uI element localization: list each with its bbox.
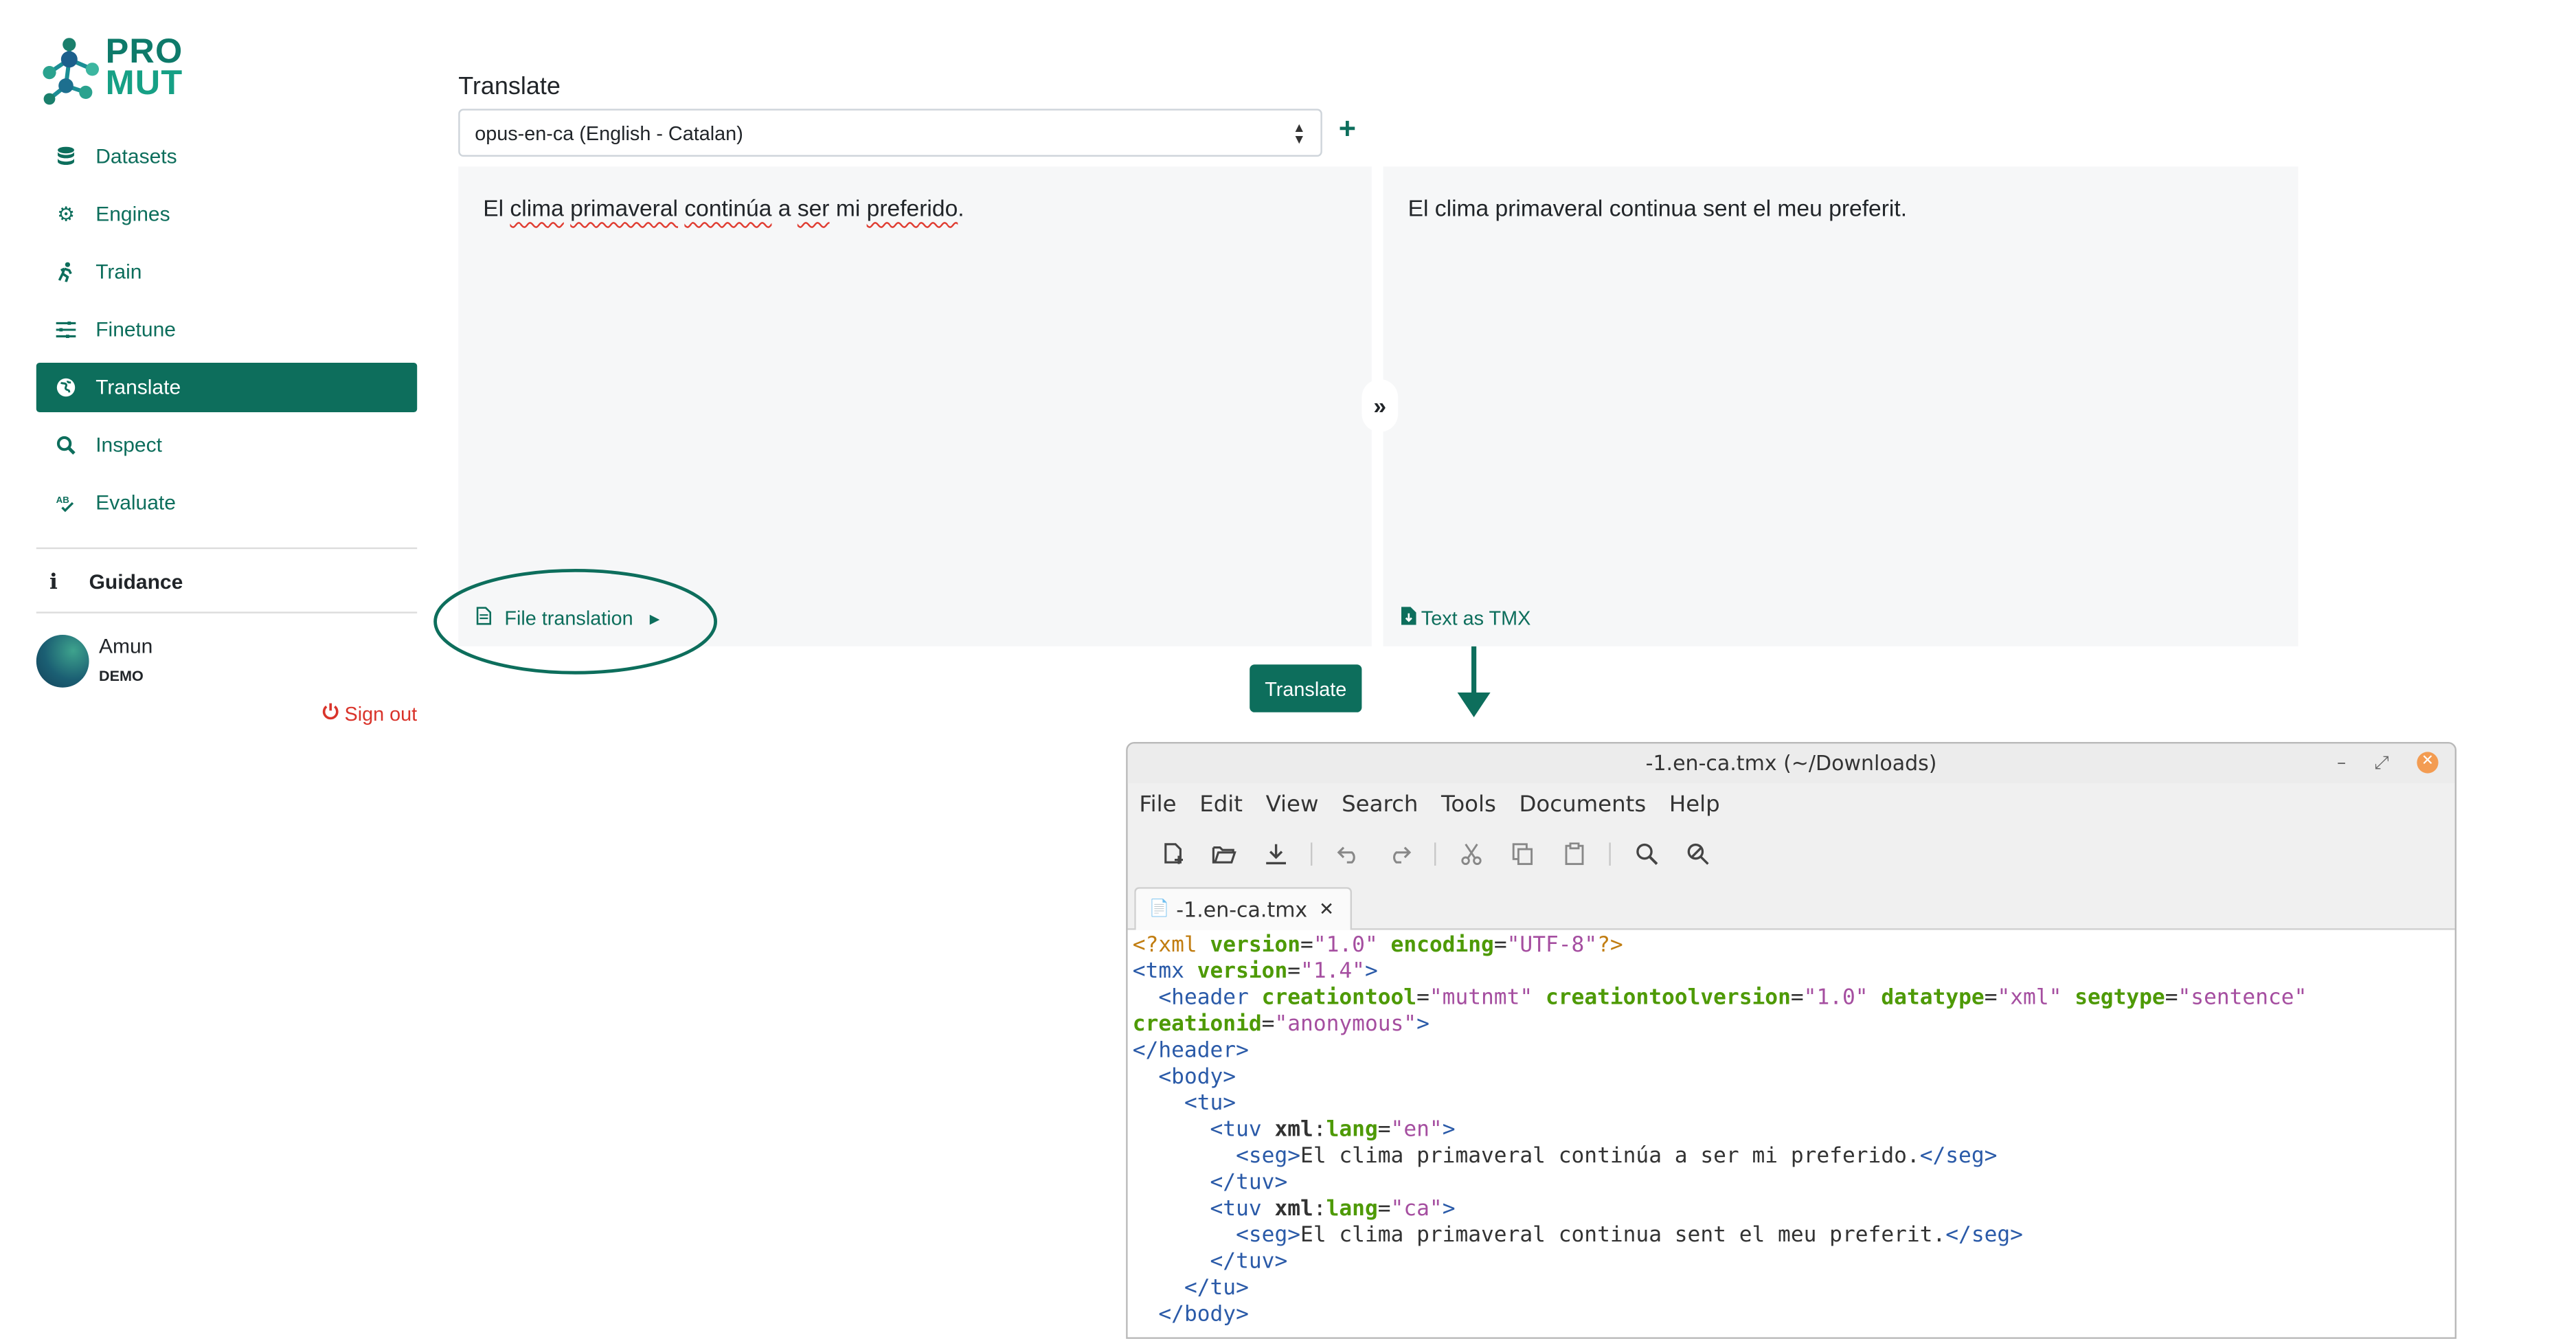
double-chevron-right-icon: » <box>1373 392 1387 419</box>
menu-search[interactable]: Search <box>1342 791 1418 818</box>
guidance-label: Guidance <box>89 570 183 594</box>
sidebar-divider <box>36 547 418 550</box>
file-icon <box>476 607 492 630</box>
sidebar-item-label: Evaluate <box>95 491 176 515</box>
down-arrow-annotation <box>1457 646 1491 717</box>
power-icon <box>321 702 339 725</box>
toolbar-separator <box>1609 842 1611 866</box>
save-icon[interactable] <box>1250 842 1300 866</box>
sidebar-divider <box>36 611 418 614</box>
engine-select[interactable]: opus-en-ca (English - Catalan) ▲ ▼ <box>458 109 1322 157</box>
open-folder-icon[interactable] <box>1199 844 1250 865</box>
sidebar-nav: Datasets ⚙ Engines Train Finetune Transl… <box>36 132 418 536</box>
sidebar-item-translate[interactable]: Translate <box>36 363 418 412</box>
text-editor-window: -1.en-ca.tmx (~/Downloads) – ⤢ ✕ File Ed… <box>1126 742 2457 1339</box>
sidebar-item-evaluate[interactable]: AB Evaluate <box>36 478 417 528</box>
swap-button[interactable]: » <box>1362 379 1399 432</box>
sign-out-link[interactable]: Sign out <box>321 702 417 725</box>
sliders-icon <box>56 320 76 340</box>
sidebar-item-label: Train <box>95 260 142 284</box>
sidebar-item-inspect[interactable]: Inspect <box>36 420 417 470</box>
sidebar-item-label: Engines <box>95 203 170 226</box>
menu-documents[interactable]: Documents <box>1519 791 1646 818</box>
spell-check-icon: AB <box>56 493 76 513</box>
code-editor[interactable]: <?xml version="1.0" encoding="UTF-8"?> <… <box>1127 930 2455 1338</box>
document-icon: 📄 <box>1149 900 1170 919</box>
redo-icon[interactable] <box>1373 844 1424 864</box>
tmx-link-label: Text as TMX <box>1421 607 1531 630</box>
user-name: Amun <box>99 635 153 658</box>
translate-button[interactable]: Translate <box>1250 664 1362 712</box>
guidance-link[interactable]: i Guidance <box>36 564 431 600</box>
database-icon <box>56 146 76 167</box>
toolbar-separator <box>1311 842 1313 866</box>
target-text: El clima primaveral continua sent el meu… <box>1408 194 1908 221</box>
user-role: DEMO <box>99 668 144 685</box>
sidebar-item-finetune[interactable]: Finetune <box>36 305 417 355</box>
cut-icon[interactable] <box>1446 842 1497 866</box>
document-tabs: 📄 -1.en-ca.tmx ✕ <box>1127 882 2455 930</box>
add-engine-button[interactable]: + <box>1339 112 1356 146</box>
undo-icon[interactable] <box>1322 844 1373 864</box>
menu-file[interactable]: File <box>1139 791 1176 818</box>
logo-text: PRO MUT <box>105 33 183 102</box>
copy-icon[interactable] <box>1497 842 1548 866</box>
menu-bar: File Edit View Search Tools Documents He… <box>1128 783 2455 826</box>
search-icon <box>56 436 76 455</box>
window-title: -1.en-ca.tmx (~/Downloads) <box>1645 750 1937 775</box>
text-as-tmx-link[interactable]: Text as TMX <box>1401 607 1530 630</box>
new-file-icon[interactable] <box>1147 842 1198 866</box>
menu-help[interactable]: Help <box>1669 791 1720 818</box>
menu-tools[interactable]: Tools <box>1441 791 1496 818</box>
logo-graph-icon <box>43 38 99 105</box>
globe-icon <box>56 378 76 398</box>
source-text: El clima primaveral continúa a ser mi pr… <box>483 194 964 221</box>
caret-right-icon: ▶ <box>649 611 660 626</box>
toolbar-separator <box>1434 842 1436 866</box>
gears-icon: ⚙ <box>57 203 75 226</box>
sign-out-label: Sign out <box>344 702 418 725</box>
minimize-icon[interactable]: – <box>2337 752 2346 773</box>
find-replace-icon[interactable] <box>1672 842 1723 866</box>
find-icon[interactable] <box>1620 842 1671 866</box>
sidebar-item-label: Inspect <box>95 434 162 457</box>
sidebar-item-label: Datasets <box>95 145 177 168</box>
sidebar-item-train[interactable]: Train <box>36 247 417 297</box>
avatar[interactable] <box>36 635 89 688</box>
logo-line-1: PRO <box>105 33 183 71</box>
tab-document[interactable]: 📄 -1.en-ca.tmx ✕ <box>1134 887 1353 930</box>
menu-view[interactable]: View <box>1266 791 1319 818</box>
svg-text:AB: AB <box>56 495 69 505</box>
sidebar-item-label: Translate <box>95 376 181 399</box>
select-caret-icon: ▲ ▼ <box>1292 120 1306 147</box>
sidebar-item-label: Finetune <box>95 318 176 341</box>
target-text-area[interactable]: El clima primaveral continua sent el meu… <box>1383 166 2298 646</box>
info-icon: i <box>49 570 58 595</box>
file-translation-label: File translation <box>504 607 633 630</box>
file-download-icon <box>1401 607 1416 630</box>
sidebar-item-engines[interactable]: ⚙ Engines <box>36 190 417 239</box>
window-titlebar[interactable]: -1.en-ca.tmx (~/Downloads) – ⤢ ✕ <box>1127 743 2455 783</box>
close-tab-icon[interactable]: ✕ <box>1319 899 1334 920</box>
sidebar-item-datasets[interactable]: Datasets <box>36 132 417 181</box>
maximize-icon[interactable]: ⤢ <box>2374 752 2388 775</box>
engine-select-value: opus-en-ca (English - Catalan) <box>475 121 743 145</box>
page-title: Translate <box>458 72 561 101</box>
tab-label: -1.en-ca.tmx <box>1176 897 1308 922</box>
promut-logo[interactable]: PRO MUT <box>36 33 201 109</box>
running-icon <box>56 262 76 282</box>
menu-edit[interactable]: Edit <box>1199 791 1243 818</box>
close-icon[interactable]: ✕ <box>2417 752 2439 774</box>
file-translation-toggle[interactable]: File translation ▶ <box>476 607 660 630</box>
editor-toolbar <box>1128 826 2455 882</box>
paste-icon[interactable] <box>1548 842 1599 866</box>
logo-line-2: MUT <box>105 64 183 102</box>
